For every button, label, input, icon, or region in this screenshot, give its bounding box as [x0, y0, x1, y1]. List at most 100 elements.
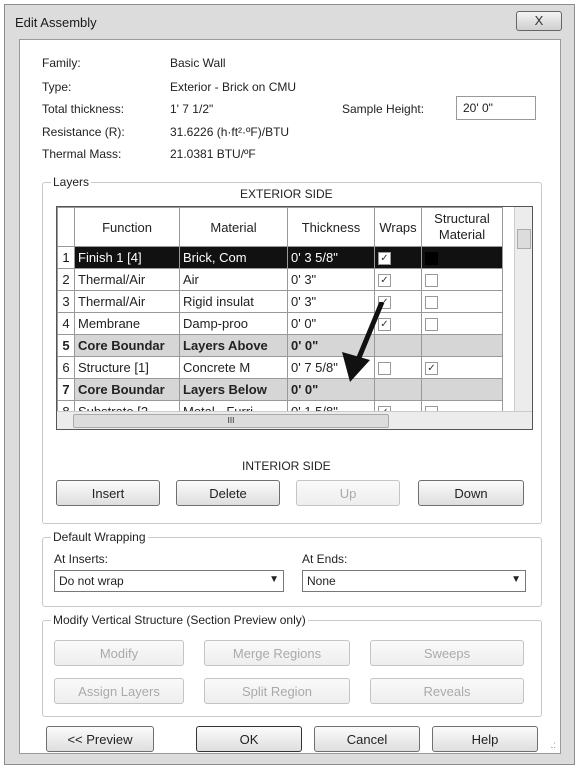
- row-number[interactable]: 6: [57, 356, 75, 379]
- row-number-header: [57, 207, 75, 247]
- function-cell[interactable]: Finish 1 [4]: [74, 246, 180, 269]
- resize-grip-icon[interactable]: .:: [550, 740, 556, 751]
- insert-button[interactable]: Insert: [56, 480, 160, 506]
- layers-table-body: 1 Finish 1 [4] Brick, Com 0' 3 5/8" ✓ 2 Therma…: [57, 246, 503, 429]
- structural-cell[interactable]: [421, 246, 503, 269]
- sweeps-button[interactable]: Sweeps: [370, 640, 524, 666]
- layer-row[interactable]: 2 Thermal/Air Air 0' 3" ✓: [57, 268, 503, 291]
- layer-row[interactable]: 6 Structure [1] Concrete M 0' 7 5/8" ✓: [57, 356, 503, 379]
- layer-row[interactable]: 7 Core Boundar Layers Below 0' 0": [57, 378, 503, 401]
- material-cell[interactable]: Damp-proo: [179, 312, 288, 335]
- help-button[interactable]: Help: [432, 726, 538, 752]
- structural-checkbox[interactable]: [425, 252, 438, 266]
- horizontal-scrollbar[interactable]: III: [57, 411, 532, 429]
- layers-table: Function Material Thickness Wraps Struct…: [57, 207, 503, 429]
- structural-cell[interactable]: [421, 312, 503, 335]
- structural-cell[interactable]: [421, 290, 503, 313]
- wraps-checkbox[interactable]: ✓: [378, 274, 391, 288]
- structural-cell[interactable]: [421, 378, 503, 401]
- split-region-button[interactable]: Split Region: [204, 678, 350, 704]
- sample-height-label: Sample Height:: [342, 102, 425, 116]
- row-number[interactable]: 5: [57, 334, 75, 357]
- row-number[interactable]: 2: [57, 268, 75, 291]
- ok-button[interactable]: OK: [196, 726, 302, 752]
- layers-group-title: Layers: [51, 175, 92, 189]
- default-wrapping-title: Default Wrapping: [51, 530, 148, 544]
- row-number[interactable]: 1: [57, 246, 75, 269]
- reveals-button[interactable]: Reveals: [370, 678, 524, 704]
- at-ends-value: None: [307, 574, 336, 588]
- family-value: Basic Wall: [170, 56, 226, 70]
- wraps-column-header[interactable]: Wraps: [374, 207, 422, 247]
- function-cell[interactable]: Core Boundar: [74, 378, 180, 401]
- family-label: Family:: [42, 56, 81, 70]
- close-button[interactable]: X: [516, 11, 562, 31]
- material-cell[interactable]: Layers Above: [179, 334, 288, 357]
- annotation-arrow-icon: [342, 302, 385, 382]
- function-column-header[interactable]: Function: [74, 207, 180, 247]
- title-bar: Edit Assembly X: [5, 5, 574, 35]
- modify-button[interactable]: Modify: [54, 640, 184, 666]
- structural-checkbox[interactable]: [425, 274, 438, 288]
- modify-vertical-title: Modify Vertical Structure (Section Previ…: [51, 613, 308, 627]
- at-ends-label: At Ends:: [302, 552, 348, 566]
- material-cell[interactable]: Brick, Com: [179, 246, 288, 269]
- row-number[interactable]: 7: [57, 378, 75, 401]
- merge-regions-button[interactable]: Merge Regions: [204, 640, 350, 666]
- material-column-header[interactable]: Material: [179, 207, 288, 247]
- sample-height-input[interactable]: 20' 0": [456, 96, 536, 120]
- at-inserts-select[interactable]: Do not wrap ▼: [54, 570, 284, 592]
- dialog-title: Edit Assembly: [15, 15, 97, 30]
- exterior-side-label: EXTERIOR SIDE: [240, 187, 333, 201]
- cancel-button[interactable]: Cancel: [314, 726, 420, 752]
- at-inserts-label: At Inserts:: [54, 552, 109, 566]
- structural-cell[interactable]: ✓: [421, 356, 503, 379]
- wraps-checkbox[interactable]: ✓: [378, 252, 391, 266]
- at-ends-select[interactable]: None ▼: [302, 570, 526, 592]
- structural-checkbox[interactable]: [425, 318, 438, 332]
- vertical-scrollbar[interactable]: [514, 207, 532, 411]
- structural-checkbox[interactable]: [425, 296, 438, 310]
- resistance-value: 31.6226 (h·ft²·ºF)/BTU: [170, 125, 290, 139]
- structural-cell[interactable]: [421, 268, 503, 291]
- material-cell[interactable]: Air: [179, 268, 288, 291]
- function-cell[interactable]: Core Boundar: [74, 334, 180, 357]
- type-label: Type:: [42, 80, 72, 94]
- assign-layers-button[interactable]: Assign Layers: [54, 678, 184, 704]
- function-cell[interactable]: Structure [1]: [74, 356, 180, 379]
- material-cell[interactable]: Rigid insulat: [179, 290, 288, 313]
- type-value: Exterior - Brick on CMU: [170, 80, 297, 94]
- delete-button[interactable]: Delete: [176, 480, 280, 506]
- vertical-scroll-thumb[interactable]: [517, 229, 531, 249]
- thickness-column-header[interactable]: Thickness: [287, 207, 375, 247]
- down-button[interactable]: Down: [418, 480, 524, 506]
- thermal-mass-value: 21.0381 BTU/ºF: [170, 147, 256, 161]
- layer-row[interactable]: 4 Membrane Damp-proo 0' 0" ✓: [57, 312, 503, 335]
- close-icon: X: [534, 13, 544, 28]
- horizontal-scroll-thumb[interactable]: III: [73, 414, 389, 428]
- chevron-down-icon: ▼: [511, 574, 521, 585]
- thickness-cell[interactable]: 0' 3": [287, 268, 375, 291]
- interior-side-label: INTERIOR SIDE: [242, 459, 331, 473]
- thickness-cell[interactable]: 0' 3 5/8": [287, 246, 375, 269]
- thickness-value: 1' 7 1/2": [170, 102, 214, 116]
- layers-header-row: Function Material Thickness Wraps Struct…: [57, 207, 503, 247]
- layer-row[interactable]: 5 Core Boundar Layers Above 0' 0": [57, 334, 503, 357]
- function-cell[interactable]: Thermal/Air: [74, 268, 180, 291]
- structural-material-column-header[interactable]: Structural Material: [421, 207, 503, 247]
- function-cell[interactable]: Thermal/Air: [74, 290, 180, 313]
- wraps-cell[interactable]: ✓: [374, 246, 422, 269]
- material-cell[interactable]: Layers Below: [179, 378, 288, 401]
- layer-row[interactable]: 1 Finish 1 [4] Brick, Com 0' 3 5/8" ✓: [57, 246, 503, 269]
- structural-cell[interactable]: [421, 334, 503, 357]
- structural-checkbox[interactable]: ✓: [425, 362, 438, 376]
- function-cell[interactable]: Membrane: [74, 312, 180, 335]
- row-number[interactable]: 4: [57, 312, 75, 335]
- layer-row[interactable]: 3 Thermal/Air Rigid insulat 0' 3" ✓: [57, 290, 503, 313]
- row-number[interactable]: 3: [57, 290, 75, 313]
- up-button[interactable]: Up: [296, 480, 400, 506]
- wraps-cell[interactable]: ✓: [374, 268, 422, 291]
- preview-button[interactable]: << Preview: [46, 726, 154, 752]
- material-cell[interactable]: Concrete M: [179, 356, 288, 379]
- layers-grid: Function Material Thickness Wraps Struct…: [56, 206, 533, 430]
